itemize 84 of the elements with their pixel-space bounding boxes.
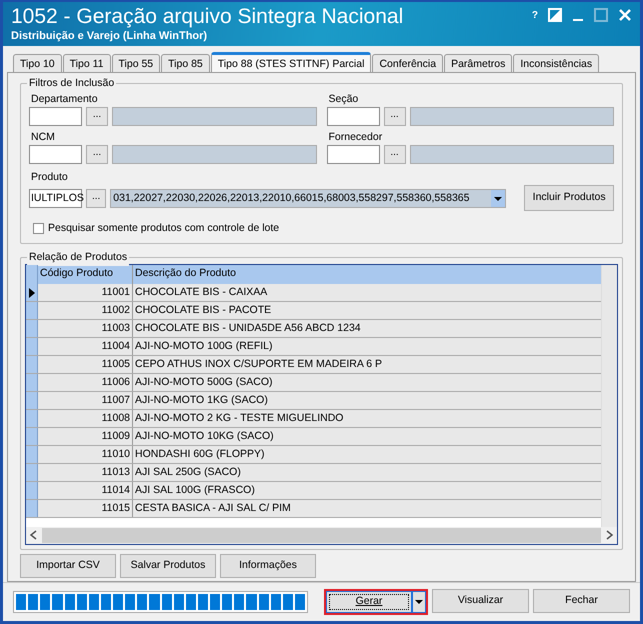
table-cell-text: AJI-NO-MOTO 100G (REFIL) xyxy=(134,338,274,354)
action-button[interactable]: Importar CSV xyxy=(20,554,116,578)
vertical-scrollbar[interactable] xyxy=(601,264,617,527)
column-header: Descrição do Produto xyxy=(134,266,237,281)
tab[interactable]: Tipo 88 (STES STITNF) Parcial xyxy=(210,52,372,72)
tab[interactable]: Conferência xyxy=(372,54,444,72)
table-cell-text: CESTA BASICA - AJI SAL C/ PIM xyxy=(134,500,292,516)
field-label: Produto xyxy=(30,170,69,185)
horizontal-scrollbar[interactable] xyxy=(26,526,617,544)
tab[interactable]: Parâmetros xyxy=(444,54,512,72)
generate-split-button[interactable]: Gerar xyxy=(324,589,428,615)
window-subtitle: Distribuição e Varejo (Linha WinThor) xyxy=(11,29,208,44)
row-pointer-icon[interactable] xyxy=(26,284,38,301)
table-cell: 11002 xyxy=(38,302,133,319)
code-field[interactable] xyxy=(326,107,380,126)
table-cell-text: AJI SAL 250G (SACO) xyxy=(134,464,242,480)
row-selector[interactable] xyxy=(26,374,38,391)
close-icon[interactable] xyxy=(618,8,632,22)
table-cell-text: CHOCOLATE BIS - UNIDA5DE A56 ABCD 1234 xyxy=(134,320,362,336)
caret-icon[interactable] xyxy=(491,190,506,206)
table-cell: 11004 xyxy=(38,338,133,355)
lookup-button[interactable]: ... xyxy=(86,107,108,126)
row-selector[interactable] xyxy=(26,356,38,373)
row-selector[interactable] xyxy=(26,500,38,517)
code-field[interactable] xyxy=(326,145,380,164)
table-cell: 11010 xyxy=(38,446,133,463)
action-button[interactable]: Salvar Produtos xyxy=(120,554,216,578)
product-list-dropdown[interactable]: 031,22027,22030,22026,22013,22010,66015,68003,558297,558360,558365 xyxy=(110,188,506,208)
product-field[interactable]: IULTIPLOS xyxy=(29,188,82,208)
table-cell-text: AJI-NO-MOTO 10KG (SACO) xyxy=(134,428,275,444)
table-cell-text: AJI-NO-MOTO 500G (SACO) xyxy=(134,374,274,390)
tab[interactable]: Tipo 85 xyxy=(161,54,210,72)
row-selector[interactable] xyxy=(26,428,38,445)
row-selector[interactable] xyxy=(26,446,38,463)
lookup-button[interactable]: ... xyxy=(384,107,406,126)
lookup-button[interactable]: ... xyxy=(86,145,108,164)
table-cell: 11008 xyxy=(38,410,133,427)
maximize-icon xyxy=(594,8,608,22)
row-selector[interactable] xyxy=(26,338,38,355)
field-label: Departamento xyxy=(30,92,99,107)
field-label: Seção xyxy=(328,92,360,107)
row-selector[interactable] xyxy=(26,464,38,481)
field-label: Fornecedor xyxy=(328,130,384,145)
action-button[interactable]: Informações xyxy=(220,554,316,578)
table-cell: 11015 xyxy=(38,500,133,517)
restore-icon[interactable] xyxy=(548,8,562,22)
caret-icon[interactable] xyxy=(413,592,425,612)
table-cell-text: AJI-NO-MOTO 2 KG - TESTE MIGUELINDO xyxy=(134,410,344,426)
table-cell: 11005 xyxy=(38,356,133,373)
group-title: Relação de Produtos xyxy=(27,250,130,266)
lookup-button[interactable]: ... xyxy=(86,188,106,208)
tab[interactable]: Tipo 11 xyxy=(62,54,110,72)
table-cell-text: CEPO ATHUS INOX C/SUPORTE EM MADEIRA 6 P xyxy=(134,356,383,372)
checkbox-label: Pesquisar somente produtos com controle de lote xyxy=(48,221,280,236)
table-cell: 11001 xyxy=(38,284,133,301)
table-cell: 11003 xyxy=(38,320,133,337)
include-button[interactable]: Incluir Produtos xyxy=(524,185,614,211)
tab[interactable]: Inconsistências xyxy=(513,54,600,72)
table-cell-text: HONDASHI 60G (FLOPPY) xyxy=(134,446,266,462)
code-field[interactable] xyxy=(29,107,82,126)
table-cell-text: CHOCOLATE BIS - PACOTE xyxy=(134,302,272,318)
table-cell-text: AJI SAL 100G (FRASCO) xyxy=(134,482,256,498)
row-selector[interactable] xyxy=(26,392,38,409)
checkbox[interactable] xyxy=(33,223,44,234)
table-cell: 11009 xyxy=(38,428,133,445)
tab[interactable]: Tipo 10 xyxy=(13,54,62,72)
tab[interactable]: Tipo 55 xyxy=(112,54,160,72)
table-cell: 11013 xyxy=(38,464,133,481)
help-button[interactable]: ? xyxy=(532,8,538,23)
lookup-button[interactable]: ... xyxy=(384,145,406,164)
row-selector[interactable] xyxy=(26,482,38,499)
row-selector[interactable] xyxy=(26,410,38,427)
field-label: NCM xyxy=(30,130,56,145)
row-selector[interactable] xyxy=(26,320,38,337)
table-cell: 11014 xyxy=(38,482,133,499)
window-title: 1052 - Geração arquivo Sintegra Nacional xyxy=(11,6,404,28)
table-cell-text: AJI-NO-MOTO 1KG (SACO) xyxy=(134,392,269,408)
code-field[interactable] xyxy=(29,145,82,164)
table-cell: 11006 xyxy=(38,374,133,391)
product-list-value: 031,22027,22030,22026,22013,22010,66015,68003,558297,558360,558365 xyxy=(112,190,470,206)
action-button[interactable]: Visualizar xyxy=(432,589,529,613)
action-button[interactable]: Fechar xyxy=(533,589,630,613)
table-cell-text: CHOCOLATE BIS - CAIXAA xyxy=(134,284,268,300)
table-cell: 11007 xyxy=(38,392,133,409)
